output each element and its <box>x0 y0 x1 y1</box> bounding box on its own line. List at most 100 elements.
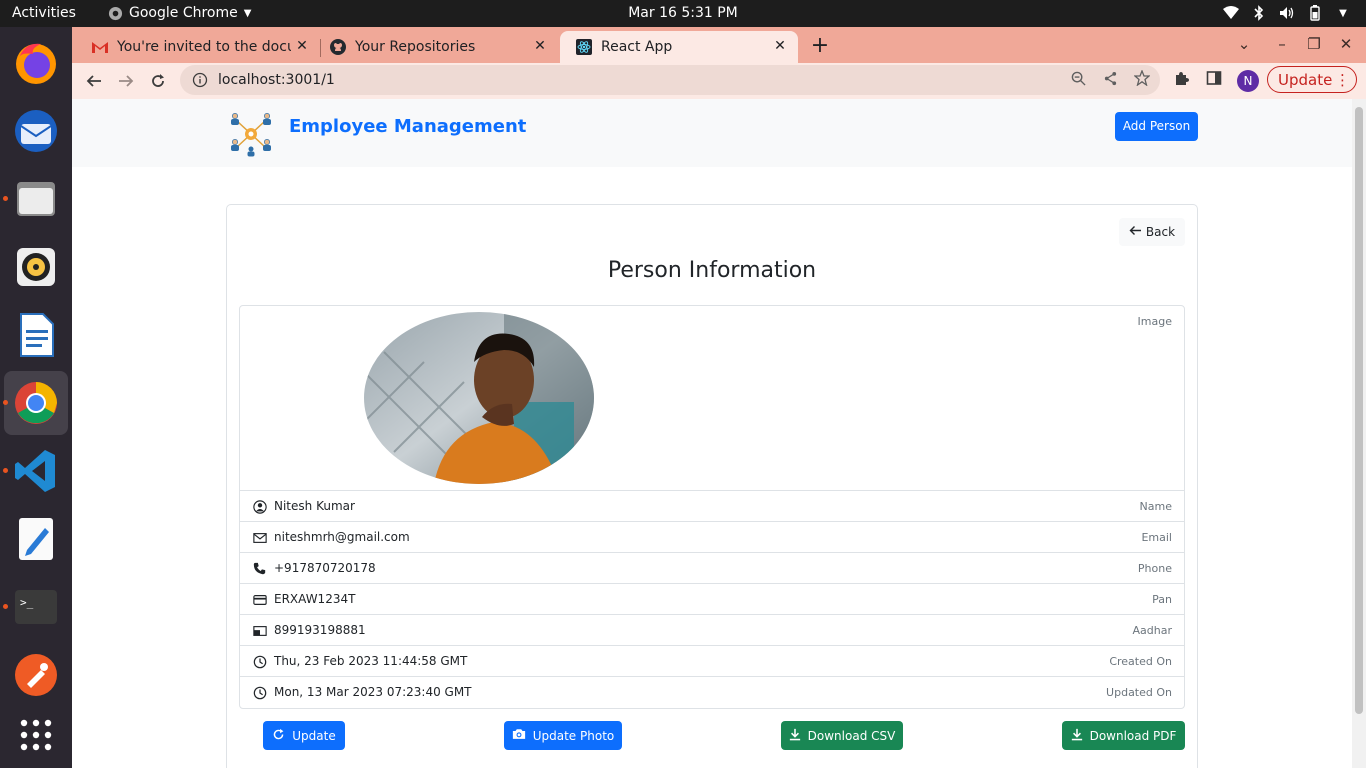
dock-files[interactable] <box>3 167 68 231</box>
pan-label: Pan <box>1152 593 1172 606</box>
rhythmbox-icon <box>17 248 55 286</box>
created-on-label: Created On <box>1109 655 1172 668</box>
dock-show-apps[interactable] <box>4 703 68 767</box>
updated-on-row: Mon, 13 Mar 2023 07:23:40 GMT Updated On <box>240 677 1184 708</box>
arrow-left-icon <box>1129 225 1142 239</box>
wifi-icon <box>1222 4 1240 22</box>
team-network-logo-icon <box>231 113 271 157</box>
download-icon <box>1071 728 1083 744</box>
name-label: Name <box>1139 500 1172 513</box>
person-details-list: Image Nitesh Kumar Name niteshmrh@gmail.… <box>239 305 1185 709</box>
system-top-bar: Activities Google Chrome ▼ Mar 16 5:31 P… <box>0 0 1366 27</box>
profile-avatar[interactable]: N <box>1237 70 1259 92</box>
battery-icon <box>1306 4 1324 22</box>
name-row: Nitesh Kumar Name <box>240 491 1184 522</box>
chrome-update-button[interactable]: Update ⋮ <box>1267 66 1357 93</box>
close-tab-icon[interactable]: ✕ <box>772 38 788 54</box>
show-apps-icon <box>20 719 52 751</box>
zoom-icon[interactable] <box>1069 69 1087 87</box>
page-scrollbar[interactable] <box>1352 99 1366 768</box>
dock-chrome[interactable] <box>3 371 68 435</box>
close-tab-icon[interactable]: ✕ <box>532 38 548 54</box>
person-circle-icon <box>252 499 267 514</box>
gmail-icon <box>92 39 108 55</box>
clock-icon <box>252 654 267 669</box>
pan-value: ERXAW1234T <box>274 592 356 606</box>
app-navbar: Employee Management Add Person <box>72 99 1352 167</box>
side-panel-icon[interactable] <box>1205 69 1223 87</box>
back-button[interactable]: Back <box>1119 218 1185 246</box>
dock-thunderbird[interactable] <box>4 99 68 163</box>
tab-search-chevron-icon[interactable]: ⌄ <box>1234 35 1254 53</box>
brand-title[interactable]: Employee Management <box>289 116 526 137</box>
image-label: Image <box>1137 315 1172 328</box>
add-person-button[interactable]: Add Person <box>1115 112 1198 141</box>
tab-label: React App <box>601 39 673 55</box>
dock-terminal[interactable]: >_ <box>3 575 68 639</box>
bookmark-star-icon[interactable] <box>1133 69 1151 87</box>
dock-vscode[interactable] <box>3 439 68 503</box>
dock: >_ <box>0 27 72 768</box>
download-pdf-button[interactable]: Download PDF <box>1062 721 1185 750</box>
back-arrow-icon[interactable] <box>82 69 106 93</box>
phone-value: +917870720178 <box>274 561 376 575</box>
tab-github[interactable]: Your Repositories ✕ <box>314 31 558 63</box>
update-button[interactable]: Update <box>263 721 345 750</box>
react-icon <box>576 39 592 55</box>
minimize-icon[interactable]: – <box>1272 35 1292 53</box>
share-icon[interactable] <box>1101 69 1119 87</box>
back-label: Back <box>1145 225 1176 239</box>
dock-firefox[interactable] <box>4 31 68 95</box>
github-icon <box>330 39 346 55</box>
download-pdf-button-label: Download PDF <box>1089 728 1177 743</box>
phone-row: +917870720178 Phone <box>240 553 1184 584</box>
email-row: niteshmrh@gmail.com Email <box>240 522 1184 553</box>
dock-postman[interactable] <box>4 643 68 707</box>
site-info-icon <box>192 72 208 88</box>
id-card-icon <box>252 623 267 638</box>
image-row: Image <box>240 306 1184 491</box>
extensions-icon[interactable] <box>1173 69 1191 87</box>
vscode-icon <box>15 450 55 492</box>
pan-row: ERXAW1234T Pan <box>240 584 1184 615</box>
svg-text:>_: >_ <box>20 596 34 609</box>
maximize-icon[interactable]: ❐ <box>1304 35 1324 53</box>
clock[interactable]: Mar 16 5:31 PM <box>628 5 738 21</box>
reload-icon[interactable] <box>146 69 170 93</box>
phone-label: Phone <box>1137 562 1172 575</box>
browser-toolbar: localhost:3001/1 N Update ⋮ <box>72 63 1366 99</box>
created-on-row: Thu, 23 Feb 2023 11:44:58 GMT Created On <box>240 646 1184 677</box>
libreoffice-writer-icon <box>20 313 54 357</box>
person-card: Back Person Information Image Nitesh Kum… <box>226 204 1198 768</box>
aadhar-label: Aadhar <box>1132 624 1172 637</box>
phone-icon <box>252 561 267 576</box>
dock-text-editor[interactable] <box>4 507 68 571</box>
new-tab-button[interactable]: + <box>810 33 830 58</box>
update-button-label: Update <box>292 728 336 743</box>
terminal-icon: >_ <box>15 590 57 624</box>
tab-react-app[interactable]: React App ✕ <box>560 31 798 63</box>
scrollbar-thumb[interactable] <box>1355 107 1363 714</box>
postman-icon <box>15 654 57 696</box>
refresh-icon <box>272 728 285 744</box>
email-value: niteshmrh@gmail.com <box>274 530 410 544</box>
close-tab-icon[interactable]: ✕ <box>294 38 310 54</box>
files-icon <box>17 182 55 216</box>
forward-arrow-icon[interactable] <box>114 69 138 93</box>
envelope-icon <box>252 530 267 545</box>
address-bar[interactable]: localhost:3001/1 <box>180 65 1160 95</box>
dock-rhythmbox[interactable] <box>4 235 68 299</box>
credit-card-icon <box>252 592 267 607</box>
system-tray[interactable]: ▼ <box>1222 4 1352 22</box>
page-viewport: Employee Management Add Person Back Pers… <box>72 99 1366 768</box>
dock-libreoffice-writer[interactable] <box>4 303 68 367</box>
email-label: Email <box>1141 531 1172 544</box>
tab-gmail[interactable]: You're invited to the docu ✕ <box>76 31 320 63</box>
close-window-icon[interactable]: ✕ <box>1336 35 1356 53</box>
download-csv-button[interactable]: Download CSV <box>781 721 903 750</box>
firefox-icon <box>16 43 56 84</box>
profile-photo <box>364 312 594 484</box>
update-photo-button[interactable]: Update Photo <box>504 721 622 750</box>
clock-icon <box>252 685 267 700</box>
aadhar-value: 899193198881 <box>274 623 366 637</box>
